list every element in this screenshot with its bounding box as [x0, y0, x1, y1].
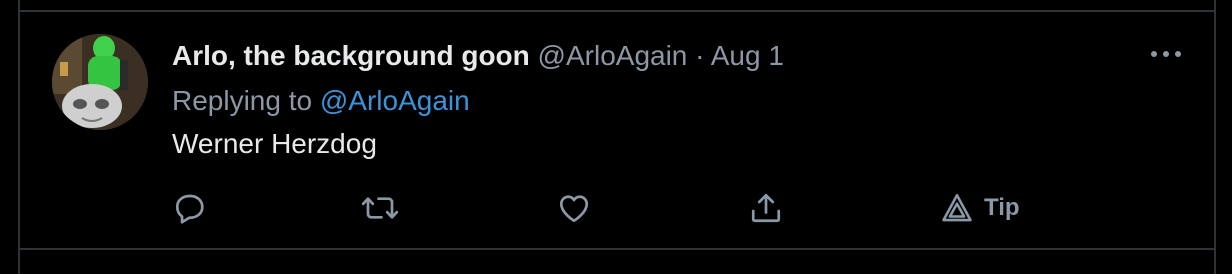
heart-icon — [559, 195, 589, 223]
action-bar: Tip — [172, 188, 1072, 228]
more-options-button[interactable] — [1148, 42, 1184, 66]
tweet[interactable]: Arlo, the background goon @ArloAgain · A… — [20, 12, 1214, 248]
share-button[interactable] — [748, 188, 784, 228]
tip-icon — [942, 193, 972, 222]
avatar[interactable] — [52, 34, 148, 130]
tweet-header: Arlo, the background goon @ArloAgain · A… — [172, 36, 1172, 76]
tweet-text: Werner Herzdog — [172, 128, 377, 159]
retweet-icon — [361, 197, 399, 219]
right-border — [1214, 0, 1216, 274]
reply-icon — [175, 194, 204, 224]
tweet-page: Arlo, the background goon @ArloAgain · A… — [0, 0, 1232, 274]
top-divider — [18, 0, 1216, 12]
tip-label: Tip — [984, 194, 1020, 221]
avatar-image — [52, 34, 148, 130]
tweet-content: Arlo, the background goon @ArloAgain · A… — [172, 36, 1172, 164]
replying-prefix: Replying to — [172, 85, 320, 116]
share-icon — [751, 193, 781, 223]
retweet-button[interactable] — [360, 188, 400, 228]
replying-handle-link[interactable]: @ArloAgain — [320, 85, 470, 116]
tweet-date[interactable]: Aug 1 — [711, 40, 784, 71]
tip-button[interactable]: Tip — [940, 188, 1020, 228]
replying-to: Replying to @ArloAgain — [172, 81, 1172, 121]
like-button[interactable] — [556, 188, 592, 228]
reply-button[interactable] — [172, 188, 208, 228]
display-name[interactable]: Arlo, the background goon — [172, 40, 530, 71]
bottom-divider — [18, 248, 1216, 250]
more-icon — [1151, 51, 1181, 57]
separator-dot: · — [695, 40, 705, 71]
user-handle[interactable]: @ArloAgain — [538, 40, 688, 71]
